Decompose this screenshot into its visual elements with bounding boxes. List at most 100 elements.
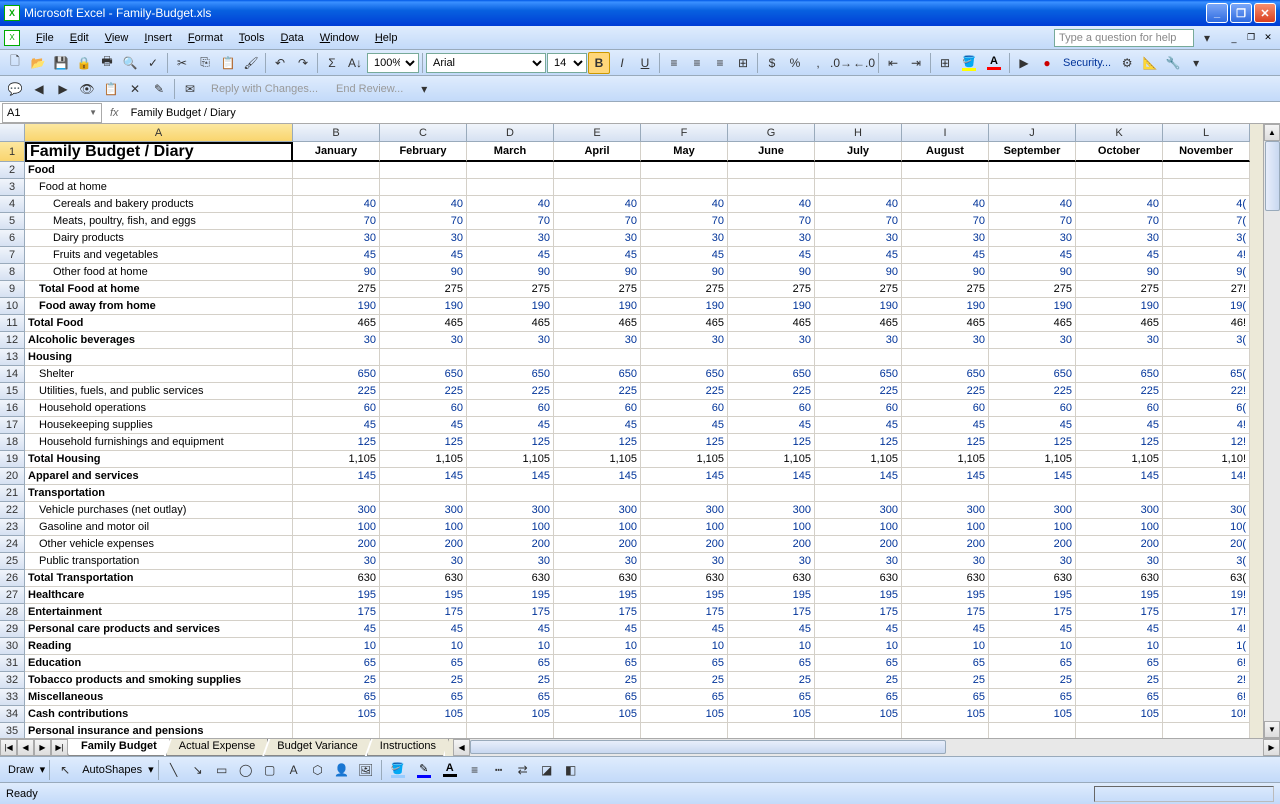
cell-B18[interactable]: 125 <box>293 434 380 451</box>
cell-H3[interactable] <box>815 179 902 196</box>
cell-D8[interactable]: 90 <box>467 264 554 281</box>
cell-H4[interactable]: 40 <box>815 196 902 213</box>
tab-prev-button[interactable]: ◀ <box>17 739 34 756</box>
cell-D32[interactable]: 25 <box>467 672 554 689</box>
fill-color-draw-button[interactable]: 🪣 <box>386 759 410 781</box>
cell-D2[interactable] <box>467 162 554 179</box>
cell-B19[interactable]: 1,105 <box>293 451 380 468</box>
cell-K15[interactable]: 225 <box>1076 383 1163 400</box>
cell-L23[interactable]: 10( <box>1163 519 1250 536</box>
tab-first-button[interactable]: |◀ <box>0 739 17 756</box>
cell-E34[interactable]: 105 <box>554 706 641 723</box>
cell-C4[interactable]: 40 <box>380 196 467 213</box>
cell-F23[interactable]: 100 <box>641 519 728 536</box>
cell-I3[interactable] <box>902 179 989 196</box>
sheet-tab-instructions[interactable]: Instructions <box>367 739 449 756</box>
cell-L1[interactable]: November <box>1163 142 1250 162</box>
scroll-down-button[interactable]: ▼ <box>1264 721 1280 738</box>
cell-A22[interactable]: Vehicle purchases (net outlay) <box>25 502 293 519</box>
underline-button[interactable]: U <box>634 52 656 74</box>
cell-I12[interactable]: 30 <box>902 332 989 349</box>
cell-F10[interactable]: 190 <box>641 298 728 315</box>
minimize-button[interactable]: _ <box>1206 3 1228 23</box>
cell-G34[interactable]: 105 <box>728 706 815 723</box>
cell-A4[interactable]: Cereals and bakery products <box>25 196 293 213</box>
cell-C30[interactable]: 10 <box>380 638 467 655</box>
cell-K19[interactable]: 1,105 <box>1076 451 1163 468</box>
3d-icon[interactable]: ◧ <box>560 759 582 781</box>
menu-file[interactable]: File <box>28 30 62 46</box>
cell-J28[interactable]: 175 <box>989 604 1076 621</box>
cell-C23[interactable]: 100 <box>380 519 467 536</box>
maximize-button[interactable]: ❐ <box>1230 3 1252 23</box>
cell-D31[interactable]: 65 <box>467 655 554 672</box>
cell-K23[interactable]: 100 <box>1076 519 1163 536</box>
scroll-up-button[interactable]: ▲ <box>1264 124 1280 141</box>
show-all-comments-icon[interactable]: 📋 <box>100 78 122 100</box>
cell-F26[interactable]: 630 <box>641 570 728 587</box>
row-header-20[interactable]: 20 <box>0 468 25 485</box>
permission-icon[interactable]: 🔒 <box>73 52 95 74</box>
cell-B12[interactable]: 30 <box>293 332 380 349</box>
cell-L26[interactable]: 63( <box>1163 570 1250 587</box>
diagram-icon[interactable]: ⬡ <box>307 759 329 781</box>
cell-E28[interactable]: 175 <box>554 604 641 621</box>
cell-E2[interactable] <box>554 162 641 179</box>
cell-J31[interactable]: 65 <box>989 655 1076 672</box>
cell-C16[interactable]: 60 <box>380 400 467 417</box>
row-header-22[interactable]: 22 <box>0 502 25 519</box>
line-icon[interactable]: ╲ <box>163 759 185 781</box>
autoshapes-menu[interactable]: AutoShapes <box>78 764 146 776</box>
cell-I18[interactable]: 125 <box>902 434 989 451</box>
cell-H34[interactable]: 105 <box>815 706 902 723</box>
cell-A9[interactable]: Total Food at home <box>25 281 293 298</box>
cell-H14[interactable]: 650 <box>815 366 902 383</box>
cell-A31[interactable]: Education <box>25 655 293 672</box>
row-header-3[interactable]: 3 <box>0 179 25 196</box>
cell-F21[interactable] <box>641 485 728 502</box>
row-header-32[interactable]: 32 <box>0 672 25 689</box>
cell-H5[interactable]: 70 <box>815 213 902 230</box>
cell-C35[interactable] <box>380 723 467 738</box>
name-box[interactable]: A1 ▼ <box>2 103 102 123</box>
cell-E23[interactable]: 100 <box>554 519 641 536</box>
cell-K6[interactable]: 30 <box>1076 230 1163 247</box>
cell-B17[interactable]: 45 <box>293 417 380 434</box>
align-right-button[interactable]: ≡ <box>709 52 731 74</box>
cell-L17[interactable]: 4! <box>1163 417 1250 434</box>
cell-E3[interactable] <box>554 179 641 196</box>
cell-F33[interactable]: 65 <box>641 689 728 706</box>
cell-I10[interactable]: 190 <box>902 298 989 315</box>
cell-B33[interactable]: 65 <box>293 689 380 706</box>
cell-B28[interactable]: 175 <box>293 604 380 621</box>
row-header-10[interactable]: 10 <box>0 298 25 315</box>
spelling-icon[interactable]: ✓ <box>142 52 164 74</box>
cell-K33[interactable]: 65 <box>1076 689 1163 706</box>
cell-G28[interactable]: 175 <box>728 604 815 621</box>
cell-J5[interactable]: 70 <box>989 213 1076 230</box>
cell-H11[interactable]: 465 <box>815 315 902 332</box>
cell-L30[interactable]: 1( <box>1163 638 1250 655</box>
show-comment-icon[interactable]: 👁 <box>76 78 98 100</box>
row-header-17[interactable]: 17 <box>0 417 25 434</box>
formula-bar[interactable]: Family Budget / Diary <box>127 107 1280 119</box>
tab-last-button[interactable]: ▶| <box>51 739 68 756</box>
cell-K7[interactable]: 45 <box>1076 247 1163 264</box>
cell-L5[interactable]: 7( <box>1163 213 1250 230</box>
dash-style-icon[interactable]: ┅ <box>488 759 510 781</box>
col-header-C[interactable]: C <box>380 124 467 142</box>
decrease-indent-button[interactable]: ⇤ <box>882 52 904 74</box>
merge-center-button[interactable]: ⊞ <box>732 52 754 74</box>
cell-G18[interactable]: 125 <box>728 434 815 451</box>
toolbar-options-icon[interactable]: ▾ <box>413 78 435 100</box>
cell-I16[interactable]: 60 <box>902 400 989 417</box>
cell-G7[interactable]: 45 <box>728 247 815 264</box>
cell-G35[interactable] <box>728 723 815 738</box>
cell-L14[interactable]: 65( <box>1163 366 1250 383</box>
cell-J18[interactable]: 125 <box>989 434 1076 451</box>
cell-J25[interactable]: 30 <box>989 553 1076 570</box>
col-header-E[interactable]: E <box>554 124 641 142</box>
cell-C6[interactable]: 30 <box>380 230 467 247</box>
cell-E20[interactable]: 145 <box>554 468 641 485</box>
cell-C25[interactable]: 30 <box>380 553 467 570</box>
